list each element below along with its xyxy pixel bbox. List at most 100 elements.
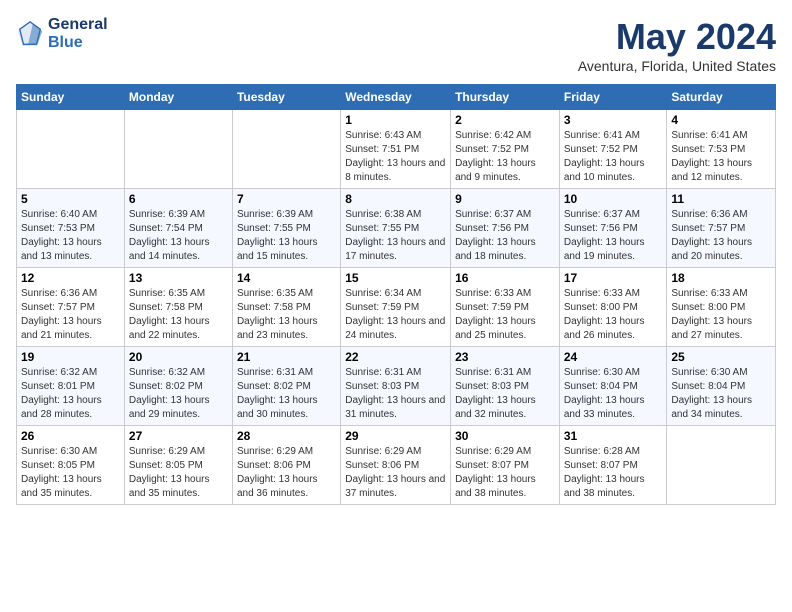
day-number: 3 [564, 113, 663, 127]
day-info: Sunrise: 6:31 AMSunset: 8:03 PMDaylight:… [455, 366, 555, 422]
weekday-header: Saturday [667, 85, 776, 110]
day-info: Sunrise: 6:35 AMSunset: 7:58 PMDaylight:… [237, 287, 336, 343]
calendar-cell: 14 Sunrise: 6:35 AMSunset: 7:58 PMDayligh… [232, 268, 340, 347]
weekday-header-row: SundayMondayTuesdayWednesdayThursdayFrid… [17, 85, 776, 110]
calendar-cell: 29 Sunrise: 6:29 AMSunset: 8:06 PMDayligh… [341, 426, 451, 505]
day-number: 7 [237, 192, 336, 206]
day-info: Sunrise: 6:31 AMSunset: 8:02 PMDaylight:… [237, 366, 336, 422]
day-info: Sunrise: 6:33 AMSunset: 8:00 PMDaylight:… [671, 287, 771, 343]
day-number: 18 [671, 271, 771, 285]
calendar-cell: 15 Sunrise: 6:34 AMSunset: 7:59 PMDayligh… [341, 268, 451, 347]
logo: General Blue [16, 16, 108, 52]
day-info: Sunrise: 6:31 AMSunset: 8:03 PMDaylight:… [345, 366, 446, 422]
weekday-header: Tuesday [232, 85, 340, 110]
day-number: 28 [237, 429, 336, 443]
calendar-cell: 11Sunrise: 6:36 AMSunset: 7:57 PMDayligh… [667, 189, 776, 268]
day-info: Sunrise: 6:41 AMSunset: 7:53 PMDaylight:… [671, 129, 771, 185]
day-info: Sunrise: 6:32 AMSunset: 8:02 PMDaylight:… [129, 366, 228, 422]
calendar-cell: 9 Sunrise: 6:37 AMSunset: 7:56 PMDaylight… [451, 189, 560, 268]
day-info: Sunrise: 6:30 AMSunset: 8:05 PMDaylight:… [21, 445, 120, 501]
calendar-cell: 6 Sunrise: 6:39 AMSunset: 7:54 PMDaylight… [124, 189, 232, 268]
day-info: Sunrise: 6:34 AMSunset: 7:59 PMDaylight:… [345, 287, 446, 343]
day-number: 29 [345, 429, 446, 443]
logo-icon [16, 20, 44, 48]
day-number: 20 [129, 350, 228, 364]
calendar-cell [232, 110, 340, 189]
day-number: 22 [345, 350, 446, 364]
day-info: Sunrise: 6:39 AMSunset: 7:55 PMDaylight:… [237, 208, 336, 264]
calendar-cell [124, 110, 232, 189]
calendar-week-row: 26 Sunrise: 6:30 AMSunset: 8:05 PMDayligh… [17, 426, 776, 505]
day-info: Sunrise: 6:39 AMSunset: 7:54 PMDaylight:… [129, 208, 228, 264]
day-info: Sunrise: 6:43 AMSunset: 7:51 PMDaylight:… [345, 129, 446, 185]
calendar-cell: 24Sunrise: 6:30 AMSunset: 8:04 PMDayligh… [559, 347, 667, 426]
day-number: 10 [564, 192, 663, 206]
day-info: Sunrise: 6:37 AMSunset: 7:56 PMDaylight:… [564, 208, 663, 264]
day-number: 26 [21, 429, 120, 443]
day-number: 16 [455, 271, 555, 285]
calendar-cell: 13 Sunrise: 6:35 AMSunset: 7:58 PMDayligh… [124, 268, 232, 347]
calendar-cell: 25Sunrise: 6:30 AMSunset: 8:04 PMDayligh… [667, 347, 776, 426]
day-info: Sunrise: 6:29 AMSunset: 8:06 PMDaylight:… [237, 445, 336, 501]
calendar-cell: 20 Sunrise: 6:32 AMSunset: 8:02 PMDayligh… [124, 347, 232, 426]
calendar-cell: 2 Sunrise: 6:42 AMSunset: 7:52 PMDaylight… [451, 110, 560, 189]
calendar-week-row: 19Sunrise: 6:32 AMSunset: 8:01 PMDayligh… [17, 347, 776, 426]
day-info: Sunrise: 6:38 AMSunset: 7:55 PMDaylight:… [345, 208, 446, 264]
day-number: 21 [237, 350, 336, 364]
day-number: 17 [564, 271, 663, 285]
day-number: 1 [345, 113, 446, 127]
day-number: 30 [455, 429, 555, 443]
day-number: 25 [671, 350, 771, 364]
day-info: Sunrise: 6:32 AMSunset: 8:01 PMDaylight:… [21, 366, 120, 422]
day-number: 23 [455, 350, 555, 364]
day-number: 9 [455, 192, 555, 206]
day-info: Sunrise: 6:29 AMSunset: 8:07 PMDaylight:… [455, 445, 555, 501]
calendar-cell: 12 Sunrise: 6:36 AMSunset: 7:57 PMDayligh… [17, 268, 125, 347]
weekday-header: Sunday [17, 85, 125, 110]
day-number: 15 [345, 271, 446, 285]
day-info: Sunrise: 6:37 AMSunset: 7:56 PMDaylight:… [455, 208, 555, 264]
day-number: 2 [455, 113, 555, 127]
calendar-week-row: 5Sunrise: 6:40 AMSunset: 7:53 PMDaylight… [17, 189, 776, 268]
weekday-header: Thursday [451, 85, 560, 110]
calendar-cell: 22 Sunrise: 6:31 AMSunset: 8:03 PMDayligh… [341, 347, 451, 426]
calendar-cell: 7 Sunrise: 6:39 AMSunset: 7:55 PMDaylight… [232, 189, 340, 268]
calendar-week-row: 1 Sunrise: 6:43 AMSunset: 7:51 PMDaylight… [17, 110, 776, 189]
calendar-cell: 8 Sunrise: 6:38 AMSunset: 7:55 PMDaylight… [341, 189, 451, 268]
day-info: Sunrise: 6:35 AMSunset: 7:58 PMDaylight:… [129, 287, 228, 343]
day-info: Sunrise: 6:33 AMSunset: 7:59 PMDaylight:… [455, 287, 555, 343]
day-info: Sunrise: 6:36 AMSunset: 7:57 PMDaylight:… [671, 208, 771, 264]
day-info: Sunrise: 6:28 AMSunset: 8:07 PMDaylight:… [564, 445, 663, 501]
calendar-cell: 17Sunrise: 6:33 AMSunset: 8:00 PMDayligh… [559, 268, 667, 347]
logo-text: General Blue [48, 16, 108, 52]
weekday-header: Monday [124, 85, 232, 110]
page-header: General Blue May 2024 Aventura, Florida,… [16, 16, 776, 74]
day-number: 31 [564, 429, 663, 443]
calendar-cell: 3Sunrise: 6:41 AMSunset: 7:52 PMDaylight… [559, 110, 667, 189]
day-number: 8 [345, 192, 446, 206]
day-number: 27 [129, 429, 228, 443]
day-info: Sunrise: 6:29 AMSunset: 8:05 PMDaylight:… [129, 445, 228, 501]
month-title: May 2024 [578, 16, 776, 58]
day-info: Sunrise: 6:40 AMSunset: 7:53 PMDaylight:… [21, 208, 120, 264]
calendar-cell: 4Sunrise: 6:41 AMSunset: 7:53 PMDaylight… [667, 110, 776, 189]
calendar-cell [17, 110, 125, 189]
calendar-table: SundayMondayTuesdayWednesdayThursdayFrid… [16, 84, 776, 505]
day-info: Sunrise: 6:42 AMSunset: 7:52 PMDaylight:… [455, 129, 555, 185]
calendar-cell: 30 Sunrise: 6:29 AMSunset: 8:07 PMDayligh… [451, 426, 560, 505]
calendar-cell: 10 Sunrise: 6:37 AMSunset: 7:56 PMDayligh… [559, 189, 667, 268]
calendar-cell: 1 Sunrise: 6:43 AMSunset: 7:51 PMDaylight… [341, 110, 451, 189]
day-number: 6 [129, 192, 228, 206]
calendar-cell: 5Sunrise: 6:40 AMSunset: 7:53 PMDaylight… [17, 189, 125, 268]
day-info: Sunrise: 6:29 AMSunset: 8:06 PMDaylight:… [345, 445, 446, 501]
day-number: 14 [237, 271, 336, 285]
calendar-week-row: 12 Sunrise: 6:36 AMSunset: 7:57 PMDayligh… [17, 268, 776, 347]
calendar-cell: 19Sunrise: 6:32 AMSunset: 8:01 PMDayligh… [17, 347, 125, 426]
day-number: 24 [564, 350, 663, 364]
day-number: 13 [129, 271, 228, 285]
day-number: 12 [21, 271, 120, 285]
weekday-header: Wednesday [341, 85, 451, 110]
calendar-cell: 23 Sunrise: 6:31 AMSunset: 8:03 PMDayligh… [451, 347, 560, 426]
calendar-cell: 27 Sunrise: 6:29 AMSunset: 8:05 PMDayligh… [124, 426, 232, 505]
day-info: Sunrise: 6:36 AMSunset: 7:57 PMDaylight:… [21, 287, 120, 343]
